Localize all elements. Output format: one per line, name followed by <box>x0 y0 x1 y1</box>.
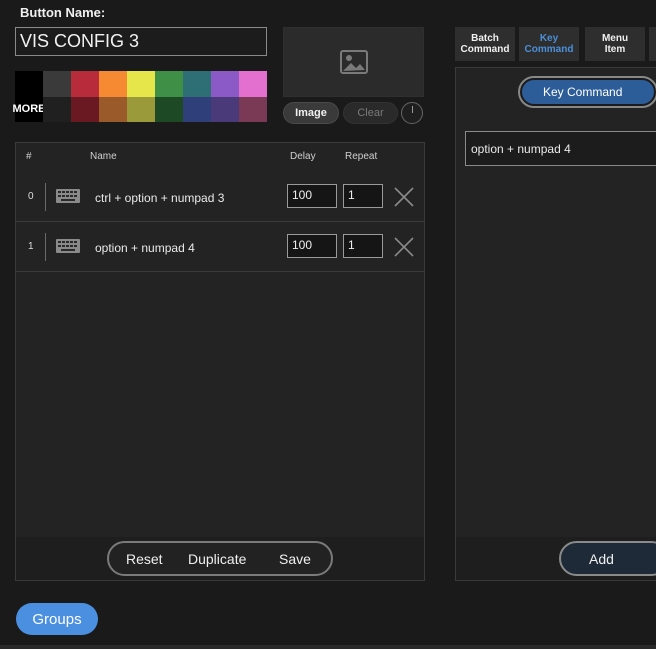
keyboard-icon <box>56 189 80 203</box>
color-swatch[interactable] <box>211 71 239 97</box>
color-swatch[interactable] <box>239 97 267 122</box>
table-row[interactable]: 1 option + numpad 4 100 1 <box>16 222 424 272</box>
repeat-input[interactable]: 1 <box>343 234 383 258</box>
header-index: # <box>26 151 32 162</box>
button-name-label: Button Name: <box>20 5 106 20</box>
add-button[interactable]: Add <box>559 541 656 576</box>
delete-row-icon[interactable] <box>393 236 415 258</box>
color-swatch[interactable] <box>127 71 155 97</box>
action-button-group: Reset Duplicate Save <box>107 541 333 576</box>
save-button[interactable]: Save <box>279 551 311 567</box>
duplicate-button[interactable]: Duplicate <box>188 551 246 567</box>
tab-key-command[interactable]: Key Command <box>519 27 579 61</box>
row-name: option + numpad 4 <box>95 241 195 255</box>
header-repeat: Repeat <box>345 151 378 162</box>
color-swatch[interactable] <box>71 71 99 97</box>
header-delay: Delay <box>290 151 316 162</box>
color-swatch[interactable] <box>71 97 99 122</box>
color-swatch[interactable] <box>183 71 211 97</box>
row-index: 1 <box>28 241 34 252</box>
tab-batch-command[interactable]: Batch Command <box>455 27 515 61</box>
delete-row-icon[interactable] <box>393 186 415 208</box>
knob-dial[interactable] <box>401 102 423 124</box>
color-swatch[interactable] <box>211 97 239 122</box>
reset-button[interactable]: Reset <box>126 551 163 567</box>
image-placeholder-icon <box>339 50 368 74</box>
delay-input[interactable]: 100 <box>287 184 337 208</box>
tab-overflow[interactable] <box>649 27 656 61</box>
color-swatch[interactable] <box>43 97 71 122</box>
key-command-toggle[interactable]: Key Command <box>518 76 656 108</box>
color-swatch[interactable] <box>155 97 183 122</box>
command-type-tabs: Batch Command Key Command Menu Item <box>455 27 656 61</box>
bottom-strip <box>0 645 656 649</box>
color-swatch[interactable] <box>183 97 211 122</box>
key-command-input[interactable]: option + numpad 4 <box>465 131 656 166</box>
button-name-input[interactable] <box>15 27 267 56</box>
color-swatch[interactable] <box>239 71 267 97</box>
delay-input[interactable]: 100 <box>287 234 337 258</box>
clear-button[interactable]: Clear <box>343 102 398 124</box>
row-divider <box>45 233 46 261</box>
color-swatch[interactable] <box>127 97 155 122</box>
row-name: ctrl + option + numpad 3 <box>95 191 225 205</box>
more-colors-button[interactable]: MORE <box>13 71 46 122</box>
command-list-panel: # Name Delay Repeat 0 ctrl + option + nu… <box>15 142 425 581</box>
table-row[interactable]: 0 ctrl + option + numpad 3 100 1 <box>16 172 424 222</box>
tab-menu-item[interactable]: Menu Item <box>585 27 645 61</box>
image-preview[interactable] <box>283 27 424 97</box>
row-divider <box>45 183 46 211</box>
row-index: 0 <box>28 191 34 202</box>
header-name: Name <box>90 151 117 162</box>
color-swatch[interactable] <box>43 71 71 97</box>
color-swatch[interactable] <box>155 71 183 97</box>
groups-button[interactable]: Groups <box>16 603 98 635</box>
repeat-input[interactable]: 1 <box>343 184 383 208</box>
image-button[interactable]: Image <box>283 102 339 124</box>
key-command-toggle-label: Key Command <box>522 80 654 104</box>
color-swatch[interactable] <box>99 97 127 122</box>
keyboard-icon <box>56 239 80 253</box>
color-swatch[interactable] <box>99 71 127 97</box>
color-palette: MORE <box>13 71 267 122</box>
